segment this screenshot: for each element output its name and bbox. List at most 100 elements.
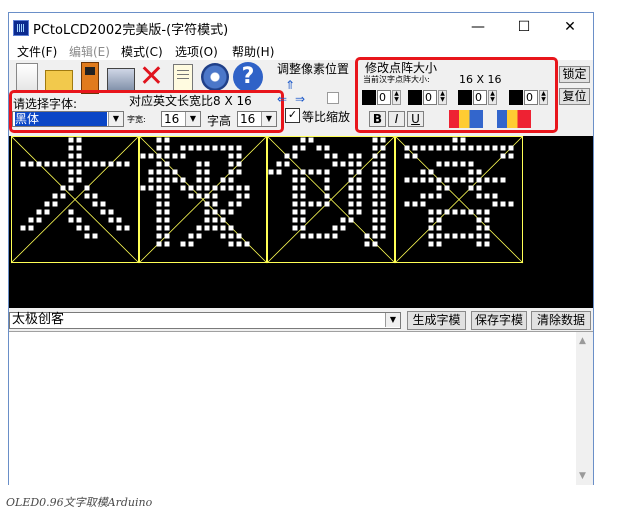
glyph-dot [76, 225, 82, 231]
glyph-dot [204, 217, 210, 223]
glyph-preview-canvas[interactable] [9, 136, 593, 308]
lock-button[interactable]: 锁定 [559, 66, 590, 83]
glyph-dot [308, 137, 314, 143]
print-icon[interactable] [107, 68, 135, 92]
glyph-dot [228, 225, 234, 231]
glyph-dot [244, 193, 250, 199]
glyph-dot [196, 225, 202, 231]
scroll-down-icon[interactable]: ▼ [579, 471, 586, 481]
glyph-dot [436, 209, 442, 215]
glyph-dot [284, 161, 290, 167]
center-toggle[interactable] [327, 92, 339, 104]
glyph-dot [404, 153, 410, 159]
proportional-checkbox[interactable]: ✓ [285, 108, 300, 123]
reset-button[interactable]: 复位 [559, 88, 590, 105]
glyph-dot [484, 145, 490, 151]
glyph-dot [20, 225, 26, 231]
help-icon[interactable]: ? [233, 62, 263, 92]
menu-mode[interactable]: 模式(C) [121, 43, 163, 60]
glyph-dot [204, 161, 210, 167]
vertical-scrollbar[interactable]: ▲ ▼ [576, 332, 593, 485]
glyph-dot [428, 225, 434, 231]
menu-edit[interactable]: 编辑(E) [69, 43, 110, 60]
glyph-dot [60, 161, 66, 167]
arrow-right-icon[interactable]: ⇒ [295, 93, 307, 105]
glyph-dot [452, 161, 458, 167]
arrow-up-icon[interactable]: ⇑ [285, 79, 297, 91]
glyph-dot [356, 185, 362, 191]
glyph-dot [300, 209, 306, 215]
glyph-dot [372, 145, 378, 151]
glyph-dot [484, 225, 490, 231]
glyph-dot [436, 241, 442, 247]
output-text-area[interactable]: ▲ ▼ [9, 331, 593, 485]
glyph-dot [348, 217, 354, 223]
chevron-down-icon[interactable]: ▼ [385, 313, 400, 327]
close-button[interactable]: ✕ [547, 13, 593, 41]
notepad-icon[interactable] [173, 64, 193, 92]
text-input-row: 太极创客 ▼ 生成字模 保存字模 清除数据 [9, 310, 593, 332]
glyph-dot [356, 193, 362, 199]
app-window: PCtoLCD2002完美版-(字符模式) — ☐ ✕ 文件(F) 编辑(E) … [8, 12, 594, 485]
glyph-dot [92, 161, 98, 167]
save-font-button[interactable]: 保存字模 [471, 311, 527, 330]
settings-gear-icon[interactable] [201, 63, 229, 91]
glyph-dot [444, 145, 450, 151]
arrow-left-icon[interactable]: ⇐ [277, 93, 289, 105]
glyph-dot [228, 145, 234, 151]
glyph-dot [428, 209, 434, 215]
glyph-dot [356, 169, 362, 175]
glyph-dot [476, 185, 482, 191]
glyph-dot [236, 169, 242, 175]
glyph-dot [204, 193, 210, 199]
glyph-dot [292, 201, 298, 207]
glyph-dot [204, 201, 210, 207]
glyph-dot [428, 177, 434, 183]
glyph-dot [356, 177, 362, 183]
glyph-dot [204, 209, 210, 215]
generate-font-button[interactable]: 生成字模 [407, 311, 466, 330]
glyph-dot [276, 169, 282, 175]
glyph-dot [372, 233, 378, 239]
glyph-dot [188, 185, 194, 191]
clear-data-button[interactable]: 清除数据 [531, 311, 591, 330]
glyph-dot [484, 241, 490, 247]
glyph-dot [236, 145, 242, 151]
glyph-dot [164, 185, 170, 191]
menu-options[interactable]: 选项(O) [175, 43, 218, 60]
open-folder-icon[interactable] [45, 70, 73, 92]
glyph-dot [324, 193, 330, 199]
glyph-dot [380, 233, 386, 239]
glyph-dot [164, 225, 170, 231]
maximize-button[interactable]: ☐ [501, 13, 547, 41]
glyph-dot [204, 169, 210, 175]
glyph-dot [508, 145, 514, 151]
delete-icon[interactable]: ✕ [137, 60, 166, 94]
menu-help[interactable]: 帮助(H) [232, 43, 274, 60]
glyph-dot [268, 169, 274, 175]
glyph-dot [380, 225, 386, 231]
scroll-up-icon[interactable]: ▲ [579, 336, 586, 346]
glyph-cell [266, 136, 396, 264]
glyph-dot [236, 185, 242, 191]
glyph-dot [500, 201, 506, 207]
glyph-dot [92, 233, 98, 239]
glyph-dot [284, 153, 290, 159]
glyph-dot [300, 177, 306, 183]
glyph-dot [420, 169, 426, 175]
text-input-value: 太极创客 [12, 312, 65, 327]
text-input[interactable]: 太极创客 ▼ [9, 312, 401, 329]
glyph-dot [60, 185, 66, 191]
glyph-dot [236, 153, 242, 159]
glyph-dot [292, 209, 298, 215]
glyph-dot [84, 193, 90, 199]
glyph-dot [444, 185, 450, 191]
minimize-button[interactable]: — [455, 13, 501, 41]
glyph-dot [476, 241, 482, 247]
glyph-dot [236, 241, 242, 247]
menu-file[interactable]: 文件(F) [17, 43, 57, 60]
glyph-dot [300, 233, 306, 239]
glyph-dot [164, 193, 170, 199]
glyph-dot [76, 145, 82, 151]
new-document-icon[interactable] [16, 63, 38, 93]
